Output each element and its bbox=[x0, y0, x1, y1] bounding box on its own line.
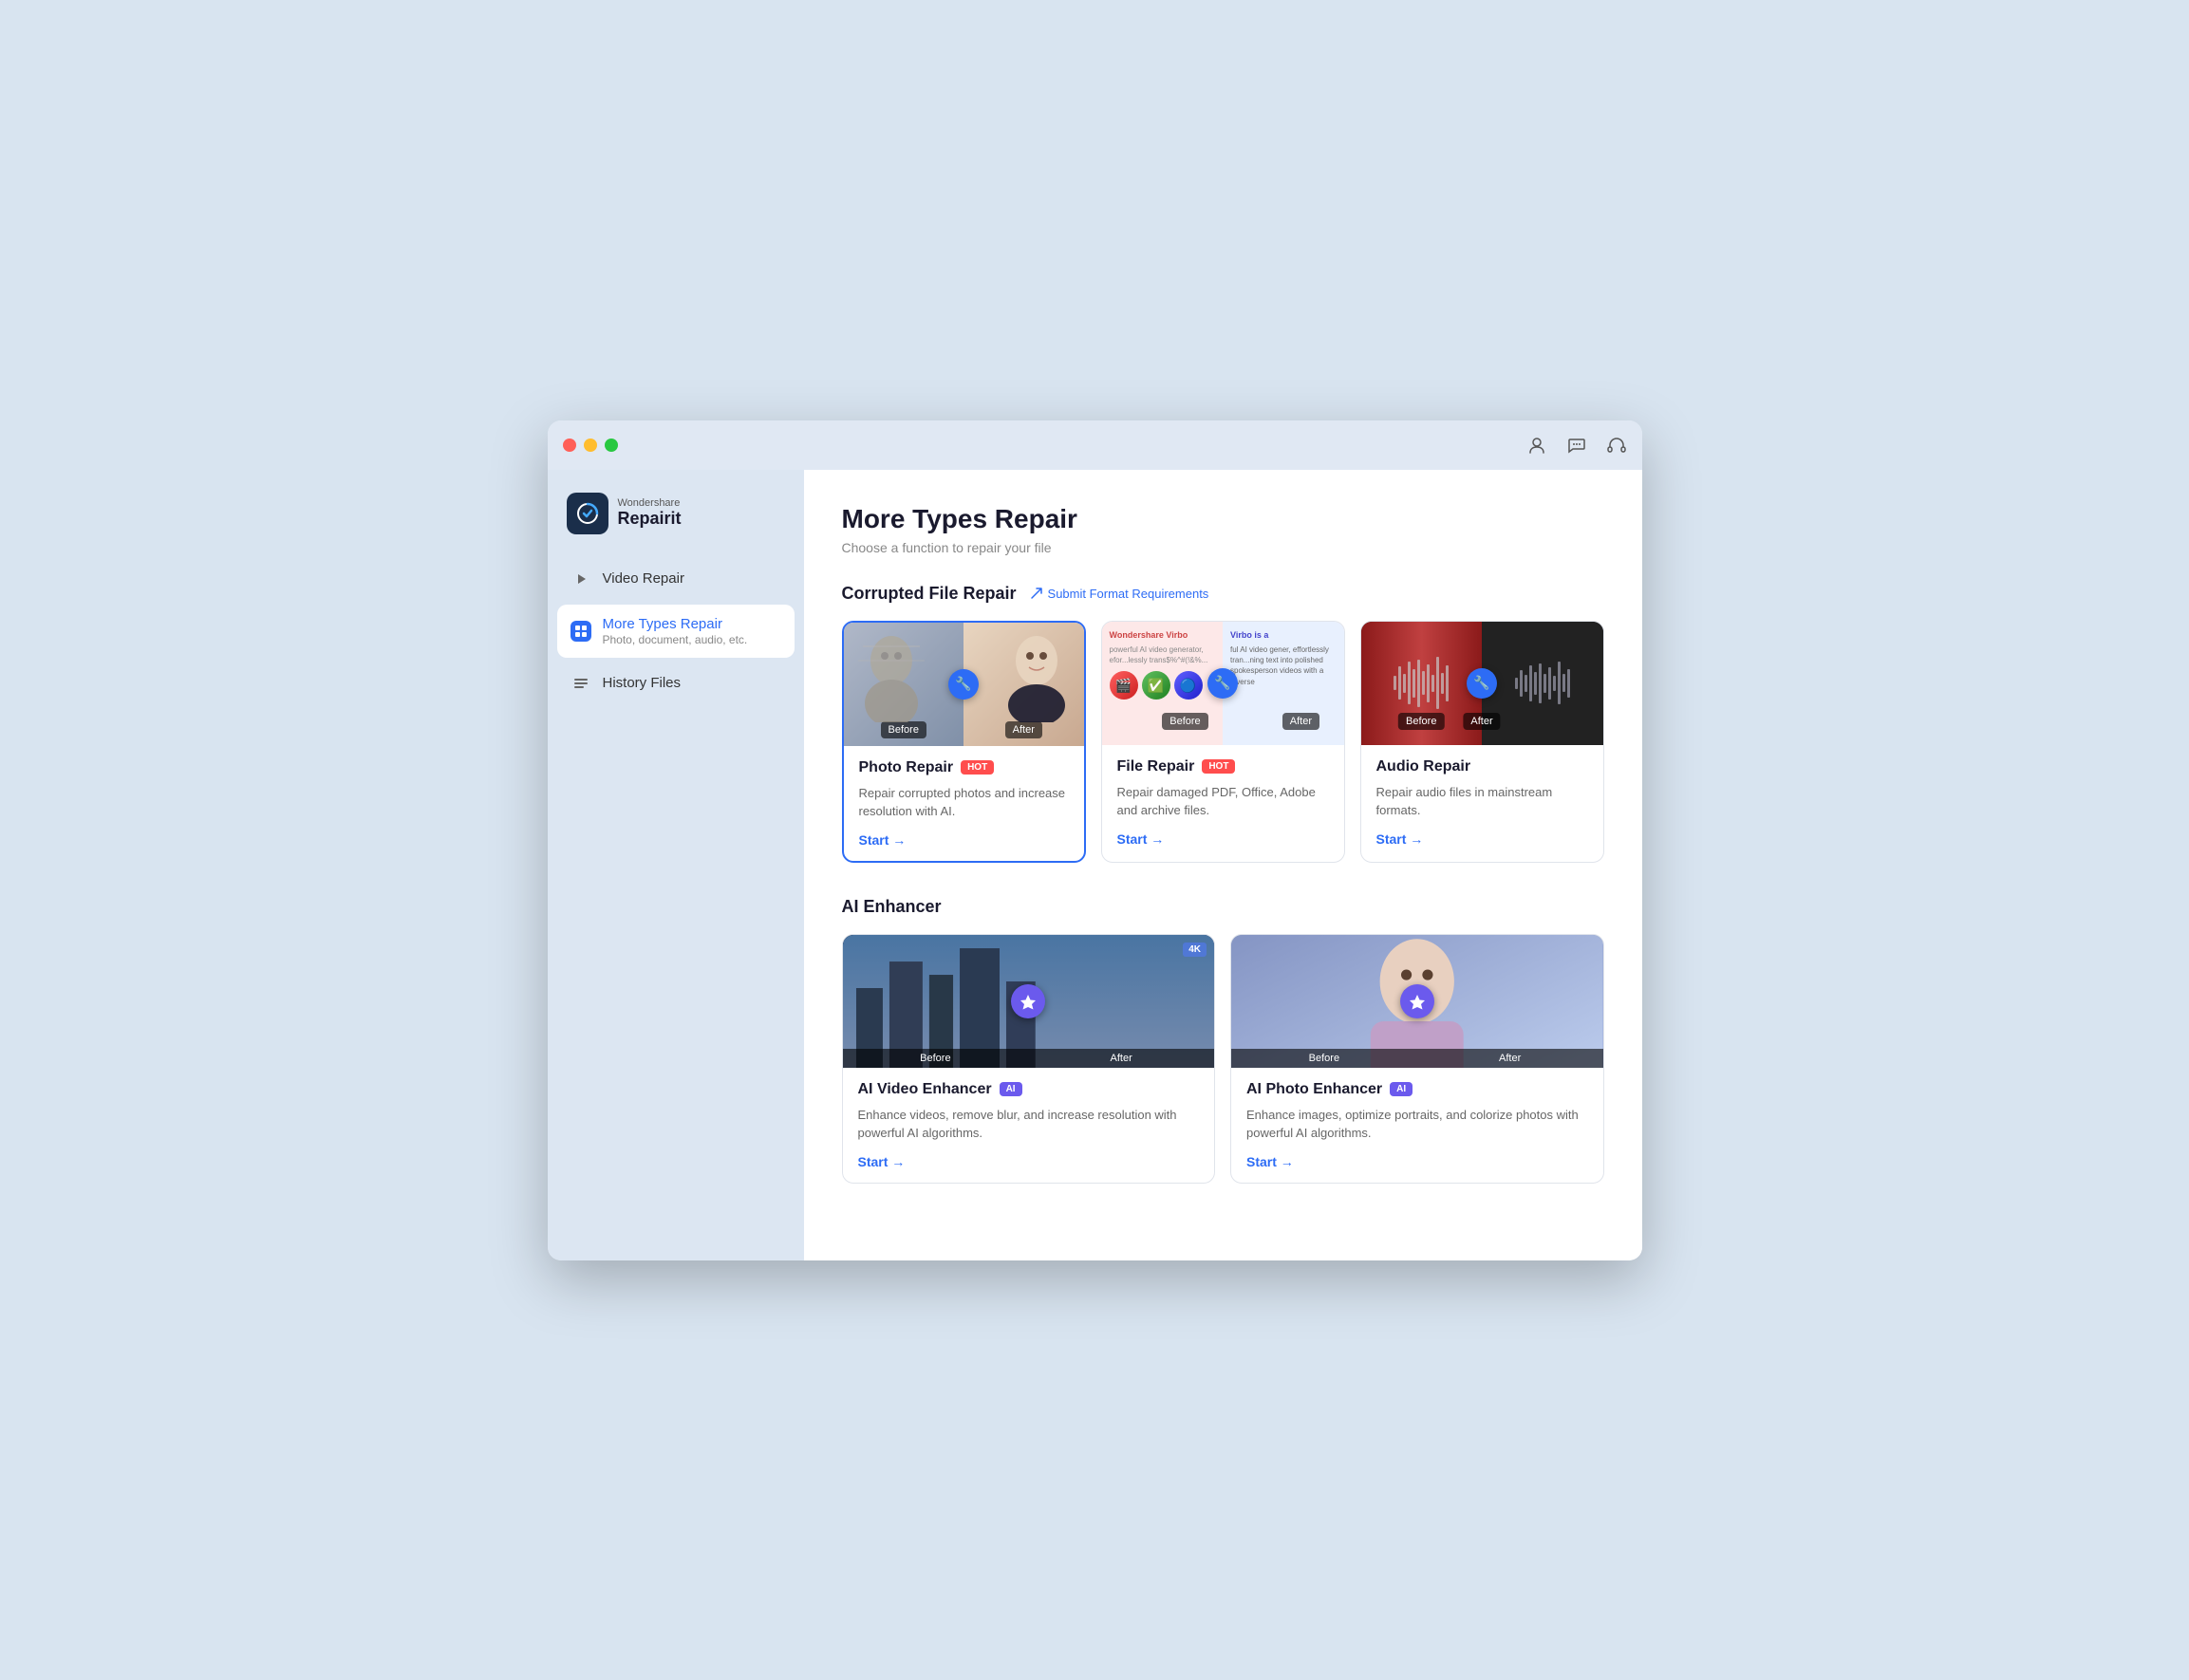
photo-enh-before-label: Before bbox=[1231, 1049, 1417, 1068]
audio-repair-image: Before bbox=[1361, 622, 1603, 745]
photo-before-label: Before bbox=[881, 721, 926, 738]
ai-section-header: AI Enhancer bbox=[842, 897, 1604, 917]
ai-video-image: 4K Before After bbox=[843, 935, 1215, 1068]
ai-photo-title: AI Photo Enhancer bbox=[1246, 1081, 1382, 1098]
more-types-repair-label: More Types Repair bbox=[603, 616, 748, 632]
more-types-repair-icon bbox=[571, 621, 591, 642]
titlebar bbox=[548, 420, 1642, 470]
photo-after: After bbox=[964, 623, 1084, 746]
ai-video-enhancer-card[interactable]: 4K Before After bbox=[842, 934, 1216, 1184]
photo-before: Before bbox=[844, 623, 964, 746]
ai-video-start[interactable]: Start → bbox=[858, 1154, 1200, 1169]
peh-right-panel bbox=[1417, 935, 1603, 1068]
audio-before-label: Before bbox=[1398, 713, 1444, 730]
ai-cards-grid: 4K Before After bbox=[842, 934, 1604, 1184]
file-before-label: Before bbox=[1162, 713, 1207, 730]
video-repair-label: Video Repair bbox=[603, 570, 684, 587]
corrupted-section-title: Corrupted File Repair bbox=[842, 584, 1017, 604]
ai-photo-start[interactable]: Start → bbox=[1246, 1154, 1588, 1169]
4k-tag: 4K bbox=[1183, 943, 1207, 957]
file-repair-content: File Repair HOT Repair damaged PDF, Offi… bbox=[1102, 745, 1344, 860]
photo-repair-tool-icon: 🔧 bbox=[948, 669, 979, 700]
submit-format-link[interactable]: Submit Format Requirements bbox=[1030, 587, 1209, 601]
history-files-label: History Files bbox=[603, 675, 682, 691]
more-types-repair-sublabel: Photo, document, audio, etc. bbox=[603, 633, 748, 646]
sidebar-nav: Video Repair More Types Repair bbox=[548, 557, 804, 705]
ai-photo-badge: AI bbox=[1390, 1082, 1413, 1096]
sidebar: Wondershare Repairit Video Repair bbox=[548, 470, 804, 1260]
file-repair-tool-icon: 🔧 bbox=[1207, 668, 1238, 699]
photo-repair-title: Photo Repair bbox=[859, 759, 954, 776]
ai-video-badge: AI bbox=[1000, 1082, 1022, 1096]
ai-photo-content: AI Photo Enhancer AI Enhance images, opt… bbox=[1231, 1068, 1603, 1183]
corrupted-cards-grid: Before A bbox=[842, 621, 1604, 863]
photo-enh-labels: Before After bbox=[1231, 1049, 1603, 1068]
file-repair-image: Wondershare Virbo powerful AI video gene… bbox=[1102, 622, 1344, 745]
ai-video-content: AI Video Enhancer AI Enhance videos, rem… bbox=[843, 1068, 1215, 1183]
video-labels: Before After bbox=[843, 1049, 1215, 1068]
ai-photo-image: Before After bbox=[1231, 935, 1603, 1068]
app-body: Wondershare Repairit Video Repair bbox=[548, 470, 1642, 1260]
ai-section-title: AI Enhancer bbox=[842, 897, 942, 917]
file-repair-desc: Repair damaged PDF, Office, Adobe and ar… bbox=[1117, 783, 1329, 820]
audio-repair-card[interactable]: Before bbox=[1360, 621, 1604, 863]
close-button[interactable] bbox=[563, 439, 576, 452]
page-subtitle: Choose a function to repair your file bbox=[842, 540, 1604, 555]
sidebar-item-video-repair[interactable]: Video Repair bbox=[557, 557, 795, 601]
audio-repair-tool-icon: 🔧 bbox=[1467, 668, 1497, 699]
titlebar-actions bbox=[1526, 435, 1627, 456]
logo-brand: Wondershare bbox=[618, 497, 682, 509]
photo-repair-start[interactable]: Start → bbox=[859, 832, 1069, 848]
audio-repair-content: Audio Repair Repair audio files in mains… bbox=[1361, 745, 1603, 860]
user-icon[interactable] bbox=[1526, 435, 1547, 456]
maximize-button[interactable] bbox=[605, 439, 618, 452]
file-after-label: After bbox=[1282, 713, 1319, 730]
video-before-label: Before bbox=[843, 1049, 1029, 1068]
more-types-label-group: More Types Repair Photo, document, audio… bbox=[603, 616, 748, 646]
sidebar-logo: Wondershare Repairit bbox=[548, 485, 804, 557]
ai-video-title: AI Video Enhancer bbox=[858, 1081, 992, 1098]
traffic-lights bbox=[563, 439, 618, 452]
history-files-icon bbox=[571, 673, 591, 694]
sidebar-item-more-types-repair[interactable]: More Types Repair Photo, document, audio… bbox=[557, 605, 795, 658]
ai-photo-desc: Enhance images, optimize portraits, and … bbox=[1246, 1106, 1588, 1143]
file-repair-badge: HOT bbox=[1202, 759, 1235, 774]
photo-repair-content: Photo Repair HOT Repair corrupted photos… bbox=[844, 746, 1084, 861]
photo-enhance-icon bbox=[1400, 984, 1434, 1018]
logo-text: Wondershare Repairit bbox=[618, 497, 682, 529]
file-repair-start[interactable]: Start → bbox=[1117, 831, 1329, 847]
headphones-icon[interactable] bbox=[1606, 435, 1627, 456]
video-enhance-icon bbox=[1011, 984, 1045, 1018]
logo-name: Repairit bbox=[618, 509, 682, 529]
page-title: More Types Repair bbox=[842, 504, 1604, 534]
file-repair-title: File Repair bbox=[1117, 758, 1195, 775]
photo-repair-desc: Repair corrupted photos and increase res… bbox=[859, 784, 1069, 821]
audio-after-waveform: After bbox=[1482, 622, 1603, 745]
video-repair-icon bbox=[571, 569, 591, 589]
logo-icon bbox=[567, 493, 608, 534]
photo-repair-badge: HOT bbox=[961, 760, 994, 775]
photo-repair-card[interactable]: Before A bbox=[842, 621, 1086, 863]
submit-format-label: Submit Format Requirements bbox=[1048, 587, 1209, 601]
corrupted-section-header: Corrupted File Repair Submit Format Requ… bbox=[842, 584, 1604, 604]
ai-photo-enhancer-card[interactable]: Before After AI Photo Enhancer AI Enhanc… bbox=[1230, 934, 1604, 1184]
minimize-button[interactable] bbox=[584, 439, 597, 452]
main-content: More Types Repair Choose a function to r… bbox=[804, 470, 1642, 1260]
ai-video-desc: Enhance videos, remove blur, and increas… bbox=[858, 1106, 1200, 1143]
audio-repair-desc: Repair audio files in mainstream formats… bbox=[1376, 783, 1588, 820]
app-window: Wondershare Repairit Video Repair bbox=[548, 420, 1642, 1260]
audio-repair-title: Audio Repair bbox=[1376, 758, 1471, 775]
photo-enh-after-label: After bbox=[1417, 1049, 1603, 1068]
file-repair-card[interactable]: Wondershare Virbo powerful AI video gene… bbox=[1101, 621, 1345, 863]
chat-icon[interactable] bbox=[1566, 435, 1587, 456]
video-after-label: After bbox=[1028, 1049, 1214, 1068]
photo-after-label: After bbox=[1005, 721, 1042, 738]
photo-repair-image: Before A bbox=[844, 623, 1084, 746]
audio-repair-start[interactable]: Start → bbox=[1376, 831, 1588, 847]
audio-after-label: After bbox=[1463, 713, 1500, 730]
sidebar-item-history-files[interactable]: History Files bbox=[557, 662, 795, 705]
